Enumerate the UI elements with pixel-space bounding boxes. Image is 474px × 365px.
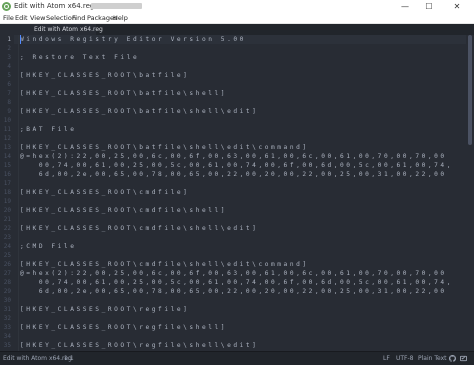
menu-find[interactable]: Find — [72, 13, 85, 23]
maximize-icon[interactable]: ☐ — [418, 0, 440, 13]
line-number: 2 — [7, 45, 11, 52]
code-line: [HKEY_CLASSES_ROOT\batfile\shell\edit] — [20, 108, 259, 115]
line-number: 29 — [3, 288, 11, 295]
git-icon[interactable] — [460, 355, 467, 362]
line-number: 20 — [3, 207, 11, 214]
line-number: 12 — [3, 135, 11, 142]
line-number: 24 — [3, 243, 11, 250]
menu-help[interactable]: Help — [113, 13, 128, 23]
line-number: 8 — [7, 99, 11, 106]
atom-window: Edit with Atom x64.reg — ☐ ✕ File Edit V… — [0, 0, 474, 365]
line-number: 28 — [3, 279, 11, 286]
line-number: 3 — [7, 54, 11, 61]
tab-active-file[interactable]: Edit with Atom x64.reg — [0, 24, 103, 35]
title-bar[interactable]: Edit with Atom x64.reg — ☐ ✕ — [0, 0, 474, 13]
line-number: 19 — [3, 198, 11, 205]
code-line: ;BAT File — [20, 126, 77, 133]
status-file-name[interactable]: Edit with Atom x64.reg — [3, 352, 72, 365]
vertical-scrollbar[interactable] — [466, 35, 474, 351]
line-number-gutter[interactable]: 1 2 3 4 5 6 7 8 9 10 11 12 13 14 15 16 17 18 19 20 21 22 23 24 2… — [0, 35, 14, 351]
tab-bar: Edit with Atom x64.reg — [0, 24, 474, 35]
menu-file[interactable]: File — [3, 13, 14, 23]
line-number: 1 — [7, 36, 11, 43]
code-line: Windows Registry Editor Version 5.00 — [20, 36, 246, 43]
code-line: @=hex(2):22,00,25,00,6c,00,6f,00,63,00,6… — [20, 270, 447, 277]
window-title: Edit with Atom x64.reg — [14, 2, 95, 10]
code-line: [HKEY_CLASSES_ROOT\cmdfile\shell\edit] — [20, 225, 259, 232]
line-number: 5 — [7, 72, 11, 79]
line-number: 7 — [7, 90, 11, 97]
tab-label: Edit with Atom x64.reg — [34, 26, 103, 33]
line-number: 9 — [7, 108, 11, 115]
status-bar: Edit with Atom x64.reg 1:1 LF UTF-8 Plai… — [0, 351, 474, 365]
line-number: 21 — [3, 216, 11, 223]
code-line: [HKEY_CLASSES_ROOT\regfile\shell\edit] — [20, 342, 259, 349]
code-line: [HKEY_CLASSES_ROOT\cmdfile\shell\edit\co… — [20, 261, 309, 268]
line-number: 23 — [3, 234, 11, 241]
code-line: [HKEY_CLASSES_ROOT\cmdfile] — [20, 189, 190, 196]
line-number: 17 — [3, 180, 11, 187]
line-number: 32 — [3, 315, 11, 322]
line-number: 31 — [3, 306, 11, 313]
menu-bar: File Edit View Selection Find Packages H… — [0, 13, 474, 24]
code-line: 00,74,00,61,00,25,00,5c,00,61,00,74,00,6… — [20, 162, 453, 169]
code-line: [HKEY_CLASSES_ROOT\cmdfile\shell] — [20, 207, 228, 214]
line-number: 30 — [3, 297, 11, 304]
line-number: 13 — [3, 144, 11, 151]
line-number: 15 — [3, 162, 11, 169]
code-line: 00,74,00,61,00,25,00,5c,00,61,00,74,00,6… — [20, 279, 453, 286]
scrollbar-thumb[interactable] — [468, 35, 472, 145]
redacted-path — [91, 3, 142, 9]
status-encoding[interactable]: UTF-8 — [396, 352, 414, 365]
line-number: 16 — [3, 171, 11, 178]
code-line: [HKEY_CLASSES_ROOT\regfile\shell] — [20, 324, 228, 331]
status-grammar[interactable]: Plain Text — [418, 352, 446, 365]
text-cursor — [20, 35, 21, 44]
line-number: 33 — [3, 324, 11, 331]
code-line: @=hex(2):22,00,25,00,6c,00,6f,00,63,00,6… — [20, 153, 447, 160]
code-line: 6d,00,2e,00,65,00,78,00,65,00,22,00,20,0… — [20, 171, 447, 178]
line-number: 25 — [3, 252, 11, 259]
code-line: [HKEY_CLASSES_ROOT\batfile\shell\edit\co… — [20, 144, 309, 151]
github-icon[interactable] — [449, 355, 456, 362]
line-number: 27 — [3, 270, 11, 277]
close-icon[interactable]: ✕ — [446, 0, 468, 13]
code-line: [HKEY_CLASSES_ROOT\batfile] — [20, 72, 190, 79]
line-number: 22 — [3, 225, 11, 232]
code-line: ; Restore Text File — [20, 54, 140, 61]
code-line: ;CMD File — [20, 243, 77, 250]
atom-app-icon — [2, 2, 11, 11]
line-number: 6 — [7, 81, 11, 88]
code-line: 6d,00,2e,00,65,00,78,00,65,00,22,00,20,0… — [20, 288, 447, 295]
line-number: 14 — [3, 153, 11, 160]
line-number: 11 — [3, 126, 11, 133]
menu-edit[interactable]: Edit — [15, 13, 28, 23]
line-number: 26 — [3, 261, 11, 268]
line-number: 10 — [3, 117, 11, 124]
minimize-icon[interactable]: — — [394, 0, 416, 13]
code-line: [HKEY_CLASSES_ROOT\regfile] — [20, 306, 190, 313]
menu-view[interactable]: View — [30, 13, 45, 23]
indent-guide — [18, 35, 19, 351]
line-number: 4 — [7, 63, 11, 70]
status-line-ending[interactable]: LF — [383, 352, 390, 365]
status-cursor-position[interactable]: 1:1 — [64, 352, 74, 365]
line-number: 18 — [3, 189, 11, 196]
line-number: 34 — [3, 333, 11, 340]
code-line: [HKEY_CLASSES_ROOT\batfile\shell] — [20, 90, 228, 97]
line-number: 35 — [3, 342, 11, 349]
